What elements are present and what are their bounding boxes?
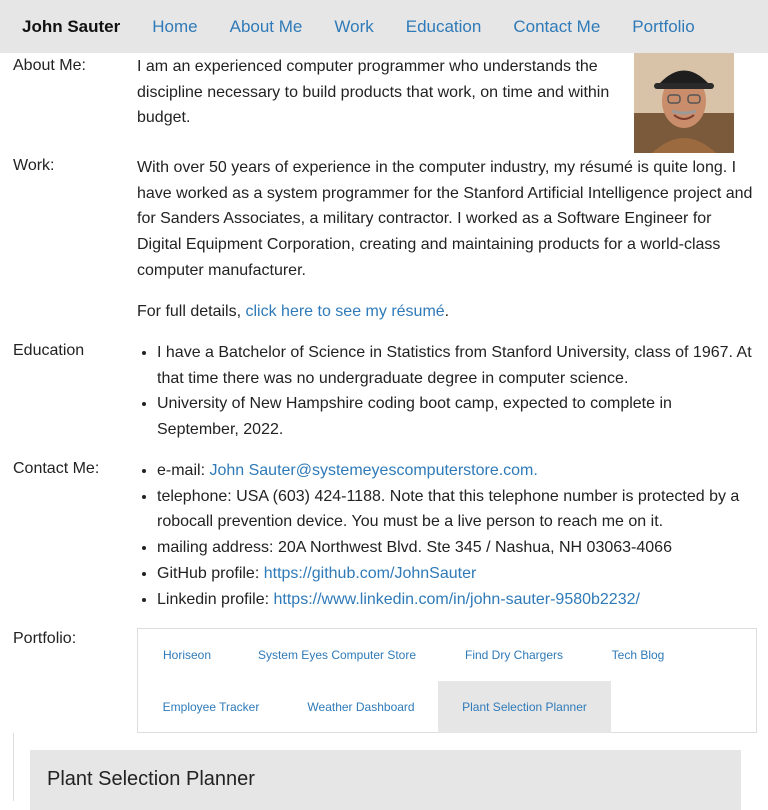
- education-list: I have a Batchelor of Science in Statist…: [137, 340, 757, 443]
- contact-mailing-address: mailing address: 20A Northwest Blvd. Ste…: [157, 535, 757, 561]
- contact-list: e-mail: John Sauter@systemeyescomputerst…: [137, 458, 757, 612]
- tab-employee-tracker[interactable]: Employee Tracker: [138, 681, 284, 733]
- about-text: I am an experienced computer programmer …: [137, 58, 610, 127]
- contact-label: Contact Me:: [13, 460, 100, 477]
- portfolio-panel-title: Plant Selection Planner: [47, 768, 255, 790]
- education-content: I have a Batchelor of Science in Statist…: [137, 340, 757, 443]
- tab-tech-blog[interactable]: Tech Blog: [590, 629, 686, 681]
- tab-system-eyes-computer-store[interactable]: System Eyes Computer Store: [236, 629, 438, 681]
- nav-link-work[interactable]: Work: [334, 17, 373, 37]
- portfolio-label: Portfolio:: [13, 630, 77, 647]
- github-prefix: GitHub profile:: [157, 564, 264, 582]
- tab-horiseon[interactable]: Horiseon: [138, 629, 236, 681]
- brand-name: John Sauter: [22, 16, 121, 36]
- contact-telephone: telephone: USA (603) 424-1188. Note that…: [157, 484, 757, 535]
- portfolio-tabs: Horiseon System Eyes Computer Store Find…: [137, 628, 757, 733]
- tab-find-dry-chargers[interactable]: Find Dry Chargers: [438, 629, 590, 681]
- nav-link-portfolio[interactable]: Portfolio: [632, 17, 694, 37]
- nav-link-education[interactable]: Education: [406, 17, 482, 37]
- work-content: With over 50 years of experience in the …: [137, 155, 757, 324]
- linkedin-link[interactable]: https://www.linkedin.com/in/john-sauter-…: [274, 591, 640, 608]
- nav-link-about-me[interactable]: About Me: [230, 17, 303, 37]
- linkedin-prefix: Linkedin profile:: [157, 590, 274, 608]
- education-item: I have a Batchelor of Science in Statist…: [157, 340, 757, 391]
- contact-content: e-mail: John Sauter@systemeyescomputerst…: [137, 458, 757, 612]
- resume-link[interactable]: click here to see my résumé: [245, 303, 444, 320]
- contact-email: e-mail: John Sauter@systemeyescomputerst…: [157, 458, 757, 484]
- education-label: Education: [13, 342, 85, 359]
- work-label: Work:: [13, 157, 55, 174]
- about-label: About Me:: [13, 57, 86, 74]
- github-link[interactable]: https://github.com/JohnSauter: [264, 565, 477, 582]
- email-prefix: e-mail:: [157, 462, 210, 479]
- contact-github: GitHub profile: https://github.com/JohnS…: [157, 561, 757, 587]
- profile-photo: [634, 53, 734, 153]
- education-item: University of New Hampshire coding boot …: [157, 391, 757, 442]
- work-details-suffix: .: [444, 302, 450, 320]
- email-link[interactable]: John Sauter@systemeyescomputerstore.com.: [209, 462, 537, 479]
- work-details-prefix: For full details,: [137, 302, 246, 320]
- contact-linkedin: Linkedin profile: https://www.linkedin.c…: [157, 587, 757, 613]
- nav-link-home[interactable]: Home: [152, 17, 197, 37]
- nav-link-contact-me[interactable]: Contact Me: [513, 17, 600, 37]
- tab-weather-dashboard[interactable]: Weather Dashboard: [284, 681, 438, 733]
- navbar: John Sauter Home About Me Work Education…: [0, 0, 768, 53]
- work-details: For full details, click here to see my r…: [137, 299, 757, 325]
- tab-plant-selection-planner[interactable]: Plant Selection Planner: [438, 681, 611, 733]
- work-text: With over 50 years of experience in the …: [137, 159, 753, 279]
